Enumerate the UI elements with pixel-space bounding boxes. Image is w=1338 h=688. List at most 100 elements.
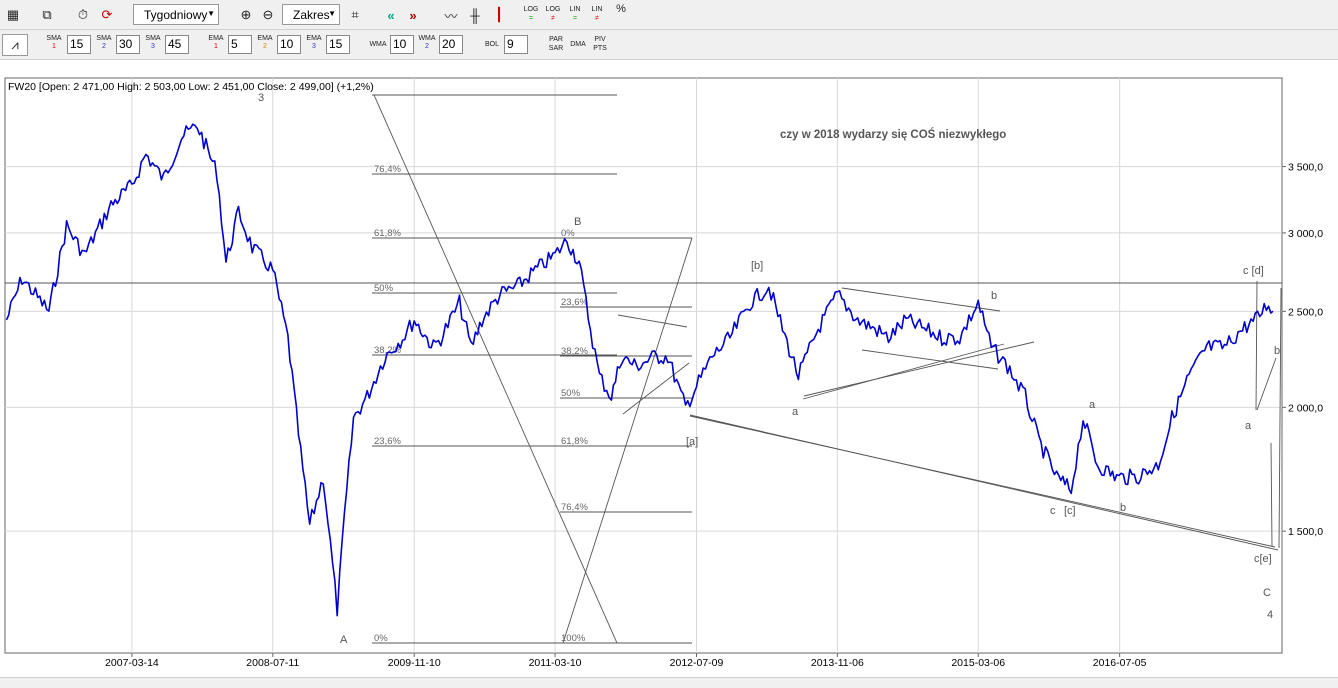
chart-icon[interactable]: ▦ bbox=[2, 4, 24, 26]
sma-text: SMA bbox=[46, 35, 62, 42]
wave-label: a bbox=[1089, 399, 1096, 411]
wave-label: B bbox=[574, 216, 581, 228]
x-tick-label: 2015-03-06 bbox=[951, 657, 1005, 669]
wave-label: b bbox=[991, 290, 997, 302]
ema3-label[interactable]: EMA 3 bbox=[302, 35, 326, 55]
lin-button[interactable]: LIN = bbox=[564, 5, 586, 23]
ema3-input[interactable]: 15 bbox=[326, 35, 350, 54]
candle-chart-icon[interactable]: ┃ bbox=[488, 4, 510, 26]
y-tick-label: 1 500,0 bbox=[1288, 526, 1323, 538]
interval-select[interactable]: Tygodniowy ▼ bbox=[133, 4, 219, 25]
zoom-in-icon[interactable]: ⊕ bbox=[235, 4, 257, 26]
fib-level-label: 0% bbox=[561, 228, 575, 239]
y-axis: 3 500,0 3 000,0 2 500,0 2 000,0 1 500,0 bbox=[1282, 162, 1323, 538]
log-neq-button[interactable]: LOG ≠ bbox=[542, 5, 564, 23]
status-bar bbox=[0, 677, 1338, 688]
fib-level-label: 38,2% bbox=[561, 346, 588, 357]
ema1-label[interactable]: EMA 1 bbox=[204, 35, 228, 55]
pivpts-button[interactable]: PIV PTS bbox=[588, 35, 612, 53]
range-chart-icon[interactable]: ⌗ bbox=[344, 4, 366, 26]
x-tick-label: 2013-11-06 bbox=[811, 657, 864, 669]
x-tick-label: 2016-07-05 bbox=[1093, 657, 1147, 669]
wave-label: a bbox=[1245, 420, 1252, 432]
equal-icon: = bbox=[528, 15, 534, 22]
y-tick-label: 2 000,0 bbox=[1288, 402, 1323, 414]
sma2-input[interactable]: 30 bbox=[116, 35, 140, 54]
log-button[interactable]: LOG = bbox=[520, 5, 542, 23]
x-tick-label: 2009-11-10 bbox=[388, 657, 441, 669]
wma2-input[interactable]: 20 bbox=[439, 35, 463, 54]
dma-button[interactable]: DMA bbox=[566, 40, 590, 49]
wave-label: 4 bbox=[1267, 609, 1273, 621]
wma-index: 2 bbox=[425, 43, 429, 50]
not-equal-icon: ≠ bbox=[595, 15, 599, 22]
wave-label: c bbox=[1050, 505, 1056, 517]
sma-index: 2 bbox=[102, 43, 106, 50]
bar-chart-icon[interactable]: ╫ bbox=[464, 4, 486, 26]
piv-text: PIV bbox=[594, 36, 606, 43]
y-tick-label: 2 500,0 bbox=[1288, 306, 1323, 318]
sar-text: SAR bbox=[548, 45, 564, 52]
fib-level-label: 0% bbox=[374, 633, 388, 644]
sma1-label[interactable]: SMA 1 bbox=[42, 35, 66, 55]
sma2-label[interactable]: SMA 2 bbox=[92, 35, 116, 55]
sma-index: 3 bbox=[151, 43, 155, 50]
zoom-out-icon[interactable]: ⊖ bbox=[257, 4, 279, 26]
line-chart-icon[interactable]: 〰 bbox=[440, 4, 462, 26]
ema2-label[interactable]: EMA 2 bbox=[253, 35, 277, 55]
clock-icon[interactable]: ⏱ bbox=[72, 4, 94, 26]
fib-level-label: 50% bbox=[374, 283, 394, 294]
scroll-left-icon[interactable]: « bbox=[380, 4, 402, 26]
fib-level-label: 100% bbox=[561, 633, 586, 644]
equal-icon: = bbox=[572, 15, 578, 22]
window-icon[interactable]: ⧉ bbox=[36, 4, 58, 26]
chevron-down-icon: ▼ bbox=[207, 9, 215, 18]
wma-text: WMA bbox=[418, 35, 436, 42]
x-tick-label: 2007-03-14 bbox=[105, 657, 159, 669]
chevron-down-icon: ▼ bbox=[328, 9, 336, 18]
bol-input[interactable]: 9 bbox=[504, 35, 528, 54]
parsar-button[interactable]: PAR SAR bbox=[544, 35, 568, 53]
indicator-chart-icon[interactable]: ⩘ bbox=[2, 34, 28, 56]
y-tick-label: 3 500,0 bbox=[1288, 162, 1323, 174]
fib-level-label: 76,4% bbox=[374, 164, 401, 175]
wave-label: A bbox=[340, 634, 348, 646]
x-tick-label: 2011-03-10 bbox=[529, 657, 582, 669]
ema-index: 3 bbox=[312, 43, 316, 50]
refresh-icon[interactable]: ⟳ bbox=[96, 4, 118, 26]
main-toolbar: ▦ ⧉ ⏱ ⟳ Tygodniowy ▼ ⊕ ⊖ Zakres ▼ ⌗ « » 〰 … bbox=[0, 0, 1338, 30]
wma1-input[interactable]: 10 bbox=[390, 35, 414, 54]
sma3-input[interactable]: 45 bbox=[165, 35, 189, 54]
percent-button[interactable]: % bbox=[610, 3, 632, 15]
wave-label: a bbox=[792, 406, 799, 418]
wma2-label[interactable]: WMA 2 bbox=[415, 35, 439, 55]
x-tick-label: 2012-07-09 bbox=[670, 657, 724, 669]
ema1-input[interactable]: 5 bbox=[228, 35, 252, 54]
lin-label: LIN bbox=[569, 6, 581, 13]
chart-header: FW20 [Open: 2 471,00 High: 2 503,00 Low:… bbox=[8, 81, 374, 93]
sma3-label[interactable]: SMA 3 bbox=[141, 35, 165, 55]
price-chart[interactable]: 76,4%61,8%50%38,2%23,6%0%0%23,6%38,2%50%… bbox=[0, 60, 1338, 677]
fib-level-label: 50% bbox=[561, 388, 581, 399]
lin-label: LIN bbox=[591, 6, 603, 13]
log-label: LOG bbox=[523, 6, 539, 13]
ema-index: 2 bbox=[263, 43, 267, 50]
wma1-label[interactable]: WMA bbox=[366, 40, 390, 49]
ema2-input[interactable]: 10 bbox=[277, 35, 301, 54]
percent-label: % bbox=[616, 3, 626, 15]
wave-label: c [d] bbox=[1243, 265, 1264, 277]
wave-label: c[e] bbox=[1254, 553, 1272, 565]
fib-level-label: 23,6% bbox=[561, 297, 588, 308]
ema-text: EMA bbox=[208, 35, 224, 42]
par-text: PAR bbox=[549, 36, 563, 43]
chart-annotation: czy w 2018 wydarzy się COŚ niezwykłego bbox=[780, 128, 1006, 141]
scroll-right-icon[interactable]: » bbox=[402, 4, 424, 26]
range-select[interactable]: Zakres ▼ bbox=[282, 4, 340, 25]
wave-label: [c] bbox=[1064, 505, 1076, 517]
wave-label: 3 bbox=[258, 92, 264, 104]
range-value: Zakres bbox=[293, 7, 330, 22]
sma1-input[interactable]: 15 bbox=[67, 35, 91, 54]
fib-level-label: 76,4% bbox=[561, 502, 588, 513]
lin-neq-button[interactable]: LIN ≠ bbox=[586, 5, 608, 23]
bol-label[interactable]: BOL bbox=[480, 40, 504, 49]
